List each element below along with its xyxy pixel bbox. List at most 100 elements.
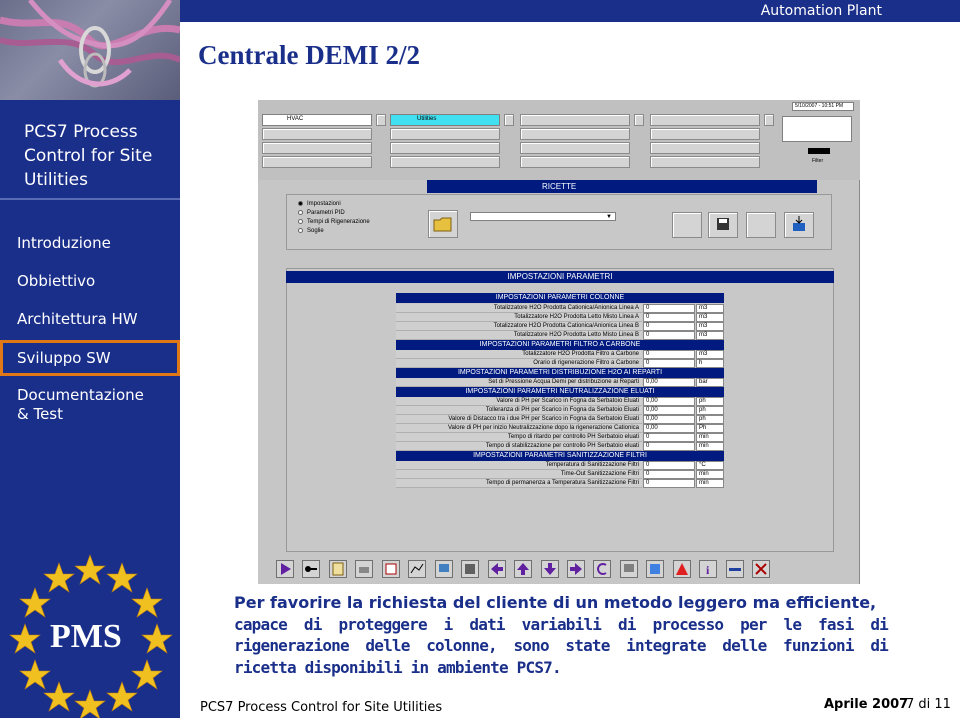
save-recipe-button[interactable]: [708, 212, 738, 238]
help-button[interactable]: [646, 560, 665, 578]
recipe-option-tempi[interactable]: Tempi di Rigenerazione: [298, 219, 370, 225]
sidebar-item-sviluppo-sw[interactable]: Sviluppo SW: [0, 340, 180, 376]
scada-row3-btn-2[interactable]: [390, 142, 500, 154]
param-label: Orario di rigenerazione Filtro a Carbone: [396, 359, 642, 368]
arrow-down-icon: [543, 563, 556, 575]
footer-title: PCS7 Process Control for Site Utilities: [200, 700, 443, 715]
tool-button[interactable]: [725, 560, 744, 578]
param-value-input[interactable]: 0,00: [643, 378, 695, 387]
exit-button[interactable]: [752, 560, 771, 578]
param-unit: min: [696, 433, 724, 442]
param-value-input[interactable]: 0: [643, 304, 695, 313]
recipe-btn-blank-2[interactable]: [746, 212, 776, 238]
param-value-input[interactable]: 0: [643, 359, 695, 368]
radio-icon: [298, 210, 303, 216]
trend-button[interactable]: [408, 560, 427, 578]
param-label: Tolleranza di PH per Scarico in Fogna da…: [396, 406, 642, 415]
scada-row2-btn-1[interactable]: [262, 128, 372, 140]
param-label: Time-Out Sanitizzazione Filtri: [396, 470, 642, 479]
sidebar-item-architettura-hw[interactable]: Architettura HW: [0, 310, 180, 329]
param-value-input[interactable]: 0,00: [643, 424, 695, 433]
scada-row4-btn-2[interactable]: [390, 156, 500, 168]
screen-icon: [623, 564, 634, 572]
sidebar-item-obbiettivo[interactable]: Obbiettivo: [0, 272, 180, 291]
arrow-down-button[interactable]: [540, 560, 559, 578]
star-icon: [131, 659, 163, 690]
report-button[interactable]: [381, 560, 400, 578]
param-label: Tempo di permanenza a Temperatura Saniti…: [396, 479, 642, 488]
param-value-input[interactable]: 0,00: [643, 406, 695, 415]
param-value-input[interactable]: 0: [643, 313, 695, 322]
recipe-select[interactable]: ▼: [470, 212, 616, 221]
arrow-left-button[interactable]: [487, 560, 506, 578]
param-value-input[interactable]: 0: [643, 442, 695, 451]
note-button[interactable]: [328, 560, 347, 578]
scada-tab-utilities-toggle[interactable]: [504, 114, 514, 126]
scada-row4-btn-3[interactable]: [520, 156, 630, 168]
monitor-button[interactable]: [434, 560, 453, 578]
recipe-btn-blank-1[interactable]: [672, 212, 702, 238]
param-label: Valore di PH per inizio Neutralizzazione…: [396, 424, 642, 433]
section-neutralizzazione-title: IMPOSTAZIONI PARAMETRI NEUTRALIZZAZIONE …: [396, 387, 724, 397]
slide-caption: Per favorire la richiesta del cliente di…: [234, 592, 889, 678]
scada-row3-btn-3[interactable]: [520, 142, 630, 154]
param-value-input[interactable]: 0,00: [643, 415, 695, 424]
sidebar-item-documentazione[interactable]: Documentazione & Test: [0, 386, 180, 424]
alarm-button[interactable]: [672, 560, 691, 578]
recipe-option-impostazioni[interactable]: Impostazioni: [298, 201, 370, 207]
info-button[interactable]: i: [699, 560, 718, 578]
sidebar-item-introduzione[interactable]: Introduzione: [0, 234, 180, 253]
open-recipe-button[interactable]: [428, 210, 458, 238]
arrow-right-button[interactable]: [566, 560, 585, 578]
print-button[interactable]: [355, 560, 374, 578]
scada-row2-btn-2[interactable]: [390, 128, 500, 140]
scada-filter-label[interactable]: Filter: [812, 158, 823, 164]
param-unit: Ph: [696, 424, 724, 433]
scada-tab-blank-2-toggle[interactable]: [764, 114, 774, 126]
param-value-input[interactable]: 0: [643, 350, 695, 359]
back-button[interactable]: [593, 560, 612, 578]
download-recipe-button[interactable]: [784, 212, 814, 238]
radio-label: Tempi di Rigenerazione: [307, 219, 370, 226]
sidebar-item-label: & Test: [17, 405, 64, 423]
windows-button[interactable]: [461, 560, 480, 578]
scada-row2-btn-3[interactable]: [520, 128, 630, 140]
param-value-input[interactable]: 0: [643, 470, 695, 479]
key-button[interactable]: [302, 560, 321, 578]
sidebar-heading-line: Control for Site: [24, 146, 153, 166]
param-value-input[interactable]: 0,00: [643, 397, 695, 406]
star-icon: [43, 562, 75, 593]
recipe-option-parametri-pid[interactable]: Parametri PID: [298, 210, 370, 216]
scada-tab-label: HVAC: [287, 116, 304, 122]
scada-tab-blank-1-toggle[interactable]: [634, 114, 644, 126]
recipe-option-soglie[interactable]: Soglie: [298, 228, 370, 234]
param-value-input[interactable]: 0: [643, 322, 695, 331]
scada-row4-btn-1[interactable]: [262, 156, 372, 168]
download-icon: [793, 216, 805, 231]
screen-button[interactable]: [619, 560, 638, 578]
scada-row3-btn-4[interactable]: [650, 142, 760, 154]
param-unit: m3: [696, 304, 724, 313]
help-icon: [650, 564, 661, 574]
play-button[interactable]: [276, 560, 294, 578]
param-value-input[interactable]: 0: [643, 461, 695, 470]
param-unit: min: [696, 479, 724, 488]
scada-row2-btn-4[interactable]: [650, 128, 760, 140]
arrow-up-button[interactable]: [514, 560, 533, 578]
sidebar-heading-line: Utilities: [24, 170, 88, 190]
scada-row3-btn-1[interactable]: [262, 142, 372, 154]
scada-tab-hvac[interactable]: HVAC: [262, 114, 372, 126]
scada-tab-blank-1[interactable]: [520, 114, 630, 126]
scada-tab-hvac-toggle[interactable]: [376, 114, 386, 126]
param-unit: ph: [696, 397, 724, 406]
param-value-input[interactable]: 0: [643, 331, 695, 340]
scada-tab-blank-2[interactable]: [650, 114, 760, 126]
param-value-input[interactable]: 0: [643, 479, 695, 488]
star-icon: [74, 689, 106, 718]
recipe-options: Impostazioni Parametri PID Tempi di Rige…: [298, 201, 370, 234]
radio-label: Impostazioni: [307, 201, 341, 208]
scada-tab-utilities[interactable]: Utilities: [390, 114, 500, 126]
param-unit: ph: [696, 415, 724, 424]
param-value-input[interactable]: 0: [643, 433, 695, 442]
scada-row4-btn-4[interactable]: [650, 156, 760, 168]
